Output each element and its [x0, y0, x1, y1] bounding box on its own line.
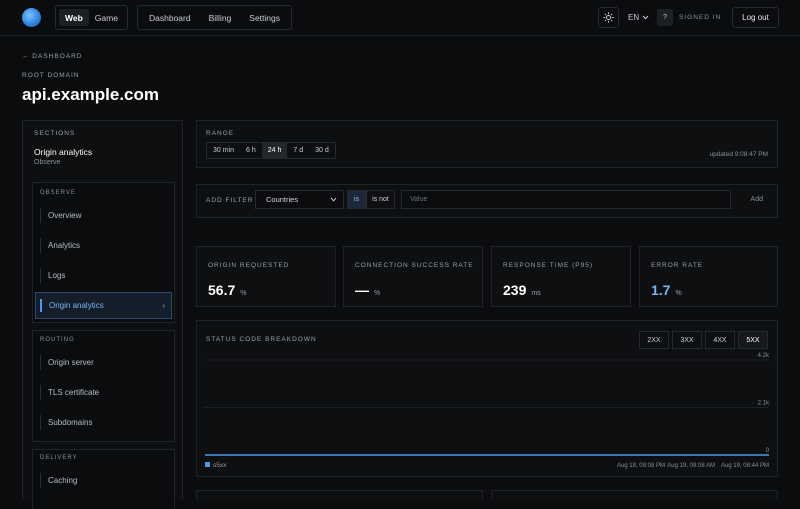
stat-value: 1.7 %	[651, 282, 682, 298]
stat-number: 1.7	[651, 282, 671, 298]
stat-label: CONNECTION SUCCESS RATE	[355, 262, 474, 269]
stat-value: 56.7 %	[208, 282, 246, 298]
logout-button[interactable]: Log out	[732, 7, 779, 28]
range-option-7d[interactable]: 7 d	[287, 143, 309, 158]
filter-op-is[interactable]: is	[347, 190, 366, 209]
x-tick-label: Aug 19, 08:44 PM	[721, 463, 769, 469]
stat-number: 56.7	[208, 282, 236, 298]
sidebar-item-analytics[interactable]: Analytics	[35, 232, 172, 259]
range-label: RANGE	[206, 130, 235, 137]
range-option-24h[interactable]: 24 h	[261, 143, 288, 158]
filter-field-select[interactable]: Countries	[255, 190, 344, 209]
x-tick-label: Aug 19, 09:08 AM	[667, 463, 715, 469]
sun-icon	[603, 12, 614, 23]
range-option-30d[interactable]: 30 d	[309, 143, 335, 158]
nav-billing[interactable]: Billing	[200, 13, 241, 23]
add-filter-button[interactable]: Add	[751, 196, 763, 203]
sidebar-item-subdomains[interactable]: Subdomains	[35, 409, 172, 436]
nav-settings[interactable]: Settings	[240, 13, 289, 23]
y-tick-label: 0	[766, 448, 770, 454]
filter-value-input[interactable]: Value	[401, 190, 731, 209]
sidebar-item-caching[interactable]: Caching	[35, 467, 172, 494]
y-tick-label: 2.1k	[758, 401, 770, 407]
chevron-down-icon	[642, 15, 649, 20]
chevron-right-icon: ›	[162, 301, 165, 310]
group-title-routing: ROUTING	[40, 337, 75, 343]
range-selector: 30 min 6 h 24 h 7 d 30 d	[206, 142, 336, 159]
status-code-chart: 4.2k 2.1k 0 s5xx Aug 18, 09:08 PM Aug 19, 09:…	[205, 353, 770, 469]
stat-card-connection-success: CONNECTION SUCCESS RATE — %	[343, 246, 483, 307]
stat-unit: %	[374, 290, 381, 297]
breadcrumb-back-link[interactable]: ← DASHBOARD	[22, 53, 82, 60]
mode-tab-web[interactable]: Web	[59, 9, 89, 26]
sidebar-item-logs[interactable]: Logs	[35, 262, 172, 289]
sidebar-group-observe: OBSERVE Overview Analytics Logs Origin a…	[32, 182, 175, 323]
sidebar-item-origin-server[interactable]: Origin server	[35, 349, 172, 376]
updated-timestamp: updated 9:08:47 PM	[709, 151, 768, 158]
sidebar-group-routing: ROUTING Origin server TLS certificate Su…	[32, 330, 175, 442]
chevron-down-icon	[330, 197, 337, 202]
legend-swatch	[205, 462, 210, 467]
stat-label: ERROR RATE	[651, 262, 704, 269]
filter-panel: ADD FILTER Countries is is not Value Add	[196, 184, 778, 218]
top-bar: Web Game Dashboard Billing Settings EN ?…	[0, 0, 800, 36]
sidebar-item-tls-certificate[interactable]: TLS certificate	[35, 379, 172, 406]
stat-value: — %	[355, 282, 380, 298]
stat-unit: %	[675, 290, 682, 297]
y-tick-label: 4.2k	[758, 353, 770, 359]
stat-number: 239	[503, 282, 527, 298]
root-domain-label: ROOT DOMAIN	[22, 72, 80, 79]
language-select[interactable]: EN	[628, 13, 649, 22]
logo-icon[interactable]	[22, 8, 41, 27]
signed-in-status: SIGNED IN	[679, 14, 722, 21]
theme-toggle-button[interactable]	[598, 7, 619, 28]
mode-switch: Web Game	[55, 5, 128, 30]
range-option-6h[interactable]: 6 h	[240, 143, 262, 158]
stat-card-response-time: RESPONSE TIME (P95) 239 ms	[491, 246, 631, 307]
range-panel: RANGE 30 min 6 h 24 h 7 d 30 d updated 9…	[196, 120, 778, 168]
stat-number: —	[355, 282, 369, 298]
mode-tab-game[interactable]: Game	[89, 9, 124, 26]
group-title-observe: OBSERVE	[40, 190, 76, 196]
stat-label: RESPONSE TIME (P95)	[503, 262, 594, 269]
legend-label: s5xx	[213, 462, 227, 469]
sidebar-heading: SECTIONS	[34, 130, 76, 137]
add-filter-label: ADD FILTER	[206, 197, 254, 204]
sidebar-item-label: Origin analytics	[49, 301, 104, 310]
page-title: api.example.com	[22, 85, 160, 104]
stat-value: 239 ms	[503, 282, 541, 298]
status-code-chart-panel: STATUS CODE BREAKDOWN 2XX 3XX 4XX 5XX 4.…	[196, 320, 778, 477]
group-title-delivery: DELIVERY	[40, 455, 78, 461]
help-button[interactable]: ?	[657, 9, 673, 26]
bottom-panel-right	[491, 490, 778, 500]
sidebar-group-delivery: DELIVERY Caching	[32, 449, 175, 509]
range-option-30min[interactable]: 30 min	[207, 143, 240, 158]
current-section: Origin analytics	[34, 147, 93, 157]
bottom-panel-left	[196, 490, 483, 500]
nav-dashboard[interactable]: Dashboard	[140, 13, 200, 23]
stat-card-error-rate: ERROR RATE 1.7 %	[639, 246, 778, 307]
stat-card-origin-requested: ORIGIN REQUESTED 56.7 %	[196, 246, 336, 307]
sections-sidebar: SECTIONS Origin analytics Observe OBSERV…	[22, 120, 183, 509]
stat-label: ORIGIN REQUESTED	[208, 262, 290, 269]
sidebar-item-overview[interactable]: Overview	[35, 202, 172, 229]
stat-unit: %	[240, 290, 247, 297]
x-tick-label: Aug 18, 09:08 PM	[617, 463, 665, 469]
main-nav: Dashboard Billing Settings	[137, 5, 292, 30]
language-value: EN	[628, 13, 640, 22]
stat-unit: ms	[531, 290, 541, 297]
filter-op-is-not[interactable]: is not	[366, 190, 395, 209]
sidebar-item-origin-analytics[interactable]: Origin analytics ›	[35, 292, 172, 319]
filter-field-value: Countries	[266, 195, 299, 204]
current-section-group: Observe	[34, 159, 61, 166]
